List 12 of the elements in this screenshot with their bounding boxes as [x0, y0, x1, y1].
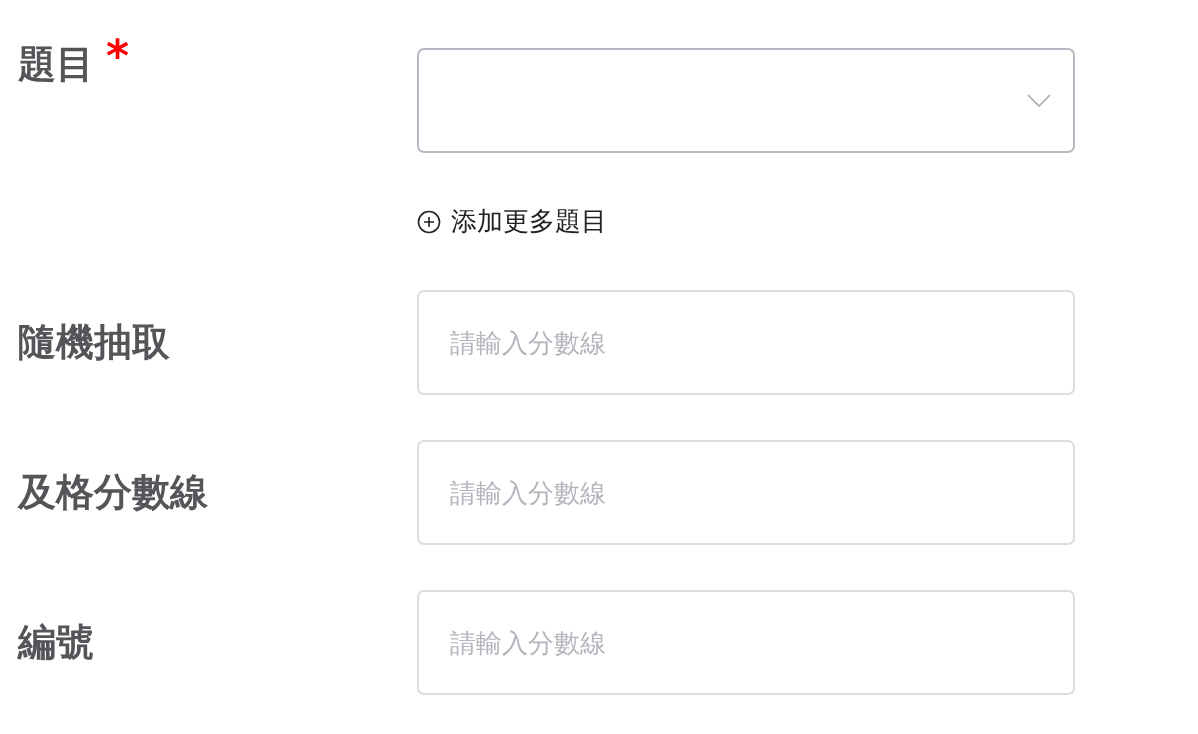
input-field[interactable]: 請輸入分數線: [417, 290, 1075, 395]
field-label: 及格分數線: [18, 471, 208, 514]
field-label: 編號: [18, 621, 94, 664]
add-more-link[interactable]: 添加更多題目: [417, 204, 607, 239]
input-field[interactable]: 請輸入分數線: [417, 440, 1075, 545]
add-circle-icon: [417, 209, 441, 234]
field-label: 題目: [18, 44, 94, 86]
select-field[interactable]: [417, 48, 1075, 153]
field-label: 隨機抽取: [18, 321, 170, 364]
chevron-down-icon: [1027, 94, 1051, 108]
required-mark: *: [106, 34, 129, 78]
input-field[interactable]: 請輸入分數線: [417, 590, 1075, 695]
